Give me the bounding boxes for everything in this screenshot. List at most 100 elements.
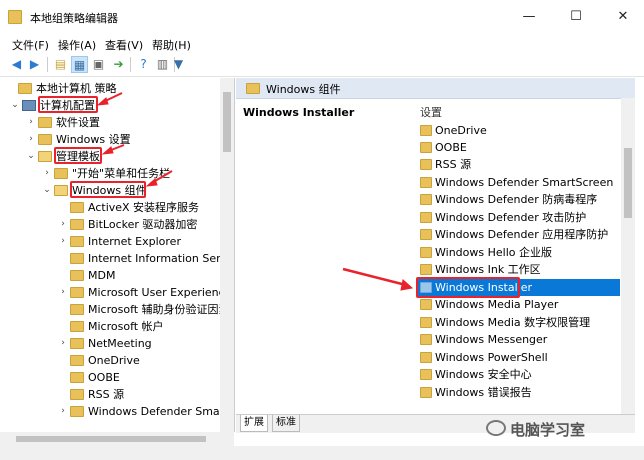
toolbar-separator bbox=[47, 57, 48, 72]
tree-horizontal-scrollbar[interactable] bbox=[0, 432, 234, 446]
folder-open-icon bbox=[54, 185, 68, 196]
list-item[interactable]: Windows Defender SmartScreen bbox=[416, 174, 620, 191]
tree-pane: 本地计算机 策略 ⌄ 计算机配置 › 软件设置 › Windows 设置 ⌄ 管… bbox=[0, 78, 235, 432]
scrollbar-thumb[interactable] bbox=[16, 436, 206, 442]
toolbar: ◀ ▶ ▤ ▦ ▣ ➔ ? ▥ ▼ bbox=[0, 54, 644, 77]
tree-vertical-scrollbar[interactable] bbox=[220, 78, 234, 432]
list-item[interactable]: Windows Ink 工作区 bbox=[416, 261, 620, 278]
list-item[interactable]: Windows Hello 企业版 bbox=[416, 244, 620, 261]
list-item[interactable]: Windows PowerShell bbox=[416, 349, 620, 366]
chevron-right-icon[interactable]: › bbox=[58, 335, 68, 352]
menu-help[interactable]: 帮助(H) bbox=[152, 37, 191, 53]
help-icon[interactable]: ? bbox=[135, 56, 152, 73]
list-item[interactable]: Windows Defender 防病毒程序 bbox=[416, 191, 620, 208]
chevron-right-icon[interactable]: › bbox=[26, 114, 36, 131]
list-item[interactable]: RSS 源 bbox=[416, 156, 620, 173]
policy-editor-app-icon bbox=[8, 10, 22, 24]
export-list-icon[interactable]: ➔ bbox=[110, 56, 127, 73]
policy-icon bbox=[18, 83, 32, 94]
up-folder-icon[interactable]: ▤ bbox=[52, 56, 69, 73]
folder-icon bbox=[420, 299, 432, 310]
chevron-right-icon[interactable]: › bbox=[58, 216, 68, 233]
folder-icon bbox=[70, 355, 84, 366]
folder-icon bbox=[70, 253, 84, 264]
properties-icon[interactable]: ▥ bbox=[154, 56, 171, 73]
column-header-settings[interactable]: 设置 bbox=[420, 104, 442, 120]
wechat-logo-icon bbox=[486, 420, 506, 436]
folder-icon bbox=[420, 247, 432, 258]
folder-icon bbox=[420, 194, 432, 205]
list-item[interactable]: Windows Media 数字权限管理 bbox=[416, 314, 620, 331]
folder-icon bbox=[70, 372, 84, 383]
window-title: 本地组策略编辑器 bbox=[30, 12, 118, 25]
list-item[interactable]: Windows Messenger bbox=[416, 331, 620, 348]
folder-icon bbox=[420, 142, 432, 153]
tab-extended[interactable]: 扩展 bbox=[240, 415, 268, 432]
folder-icon bbox=[420, 317, 432, 328]
chevron-right-icon[interactable]: › bbox=[42, 165, 52, 182]
folder-icon bbox=[70, 287, 84, 298]
filter-icon[interactable]: ▼ bbox=[170, 56, 187, 73]
forward-arrow-icon[interactable]: ▶ bbox=[26, 56, 43, 73]
selected-item-title: Windows Installer bbox=[243, 106, 355, 119]
folder-icon bbox=[70, 406, 84, 417]
back-arrow-icon[interactable]: ◀ bbox=[8, 56, 25, 73]
list-item[interactable]: Windows Media Player bbox=[416, 296, 620, 313]
folder-open-icon bbox=[38, 151, 52, 162]
folder-icon bbox=[70, 270, 84, 281]
chevron-right-icon[interactable]: › bbox=[58, 284, 68, 301]
details-header: Windows 组件 bbox=[236, 78, 635, 99]
list-item[interactable]: Windows Defender 攻击防护 bbox=[416, 209, 620, 226]
refresh-icon[interactable]: ▣ bbox=[90, 56, 107, 73]
chevron-down-icon[interactable]: ⌄ bbox=[10, 97, 20, 114]
folder-icon bbox=[420, 125, 432, 136]
menu-action[interactable]: 操作(A) bbox=[58, 37, 96, 53]
tab-standard[interactable]: 标准 bbox=[272, 415, 300, 432]
scrollbar-thumb[interactable] bbox=[223, 92, 231, 152]
folder-icon bbox=[420, 177, 432, 188]
list-vertical-scrollbar[interactable] bbox=[621, 98, 635, 414]
list-item[interactable]: OOBE bbox=[416, 139, 620, 156]
list-item[interactable]: Windows 错误报告 bbox=[416, 384, 620, 401]
folder-icon bbox=[38, 117, 52, 128]
menu-file[interactable]: 文件(F) bbox=[12, 37, 49, 53]
chevron-down-icon[interactable]: ⌄ bbox=[26, 148, 36, 165]
computer-icon bbox=[22, 100, 36, 111]
folder-icon bbox=[420, 334, 432, 345]
folder-icon bbox=[70, 236, 84, 247]
scrollbar-thumb[interactable] bbox=[624, 148, 632, 218]
folder-icon bbox=[70, 304, 84, 315]
folder-icon bbox=[70, 202, 84, 213]
annotation-box bbox=[70, 181, 146, 198]
folder-icon bbox=[420, 387, 432, 398]
folder-icon bbox=[420, 264, 432, 275]
status-bar bbox=[0, 446, 644, 460]
details-pane: Windows 组件 Windows Installer 设置 OneDrive… bbox=[236, 78, 635, 432]
chevron-right-icon[interactable]: › bbox=[26, 131, 36, 148]
list-item[interactable]: OneDrive bbox=[416, 122, 620, 139]
show-tree-icon[interactable]: ▦ bbox=[71, 56, 88, 73]
folder-icon bbox=[70, 338, 84, 349]
folder-icon bbox=[420, 229, 432, 240]
annotation-box bbox=[416, 277, 520, 298]
folder-icon bbox=[70, 219, 84, 230]
folder-icon bbox=[420, 369, 432, 380]
minimize-button[interactable]: — bbox=[520, 8, 538, 26]
maximize-button[interactable]: ☐ bbox=[567, 8, 585, 26]
annotation-box bbox=[38, 96, 98, 113]
list-item[interactable]: Windows 安全中心 bbox=[416, 366, 620, 383]
folder-icon bbox=[420, 159, 432, 170]
folder-icon bbox=[38, 134, 52, 145]
chevron-right-icon[interactable]: › bbox=[58, 233, 68, 250]
list-item[interactable]: Windows Defender 应用程序防护 bbox=[416, 226, 620, 243]
folder-icon bbox=[420, 352, 432, 363]
toolbar-separator bbox=[130, 57, 131, 72]
close-button[interactable]: ✕ bbox=[614, 8, 632, 26]
title-bar: 本地组策略编辑器 — ☐ ✕ bbox=[0, 0, 644, 34]
folder-icon bbox=[70, 321, 84, 332]
watermark-text: 电脑学习室 bbox=[510, 421, 586, 439]
chevron-right-icon[interactable]: › bbox=[58, 403, 68, 420]
menu-view[interactable]: 查看(V) bbox=[105, 37, 143, 53]
chevron-down-icon[interactable]: ⌄ bbox=[42, 182, 52, 199]
annotation-box bbox=[54, 147, 102, 164]
